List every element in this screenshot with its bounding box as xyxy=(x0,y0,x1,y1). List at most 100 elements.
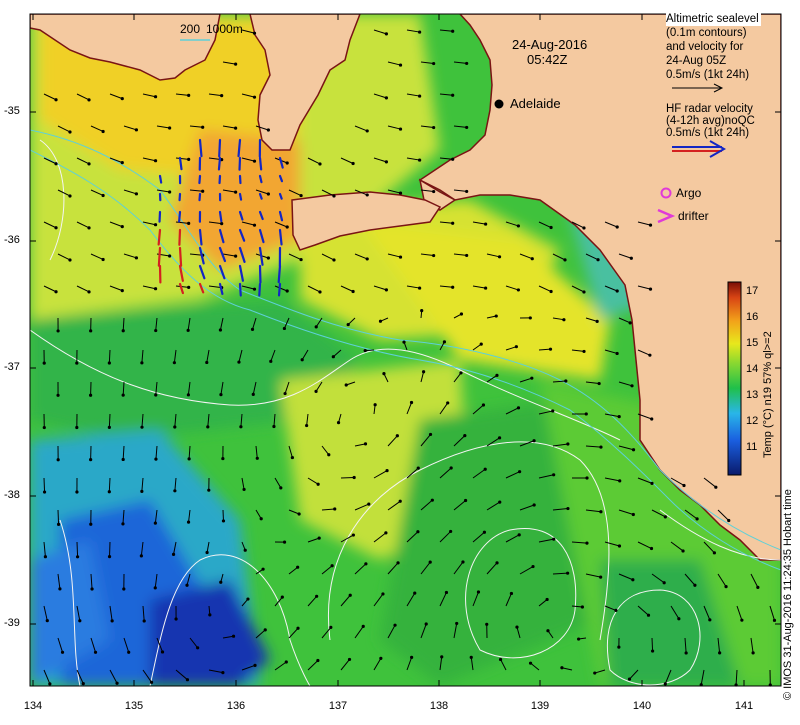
velocity-arrow-head xyxy=(219,581,222,584)
velocity-arrow-head xyxy=(531,565,534,568)
velocity-arrow-head xyxy=(482,403,485,406)
velocity-arrow-head xyxy=(429,433,432,436)
velocity-arrow-head xyxy=(219,328,222,331)
velocity-arrow-head xyxy=(187,286,190,289)
velocity-arrow-head xyxy=(465,126,468,129)
velocity-arrow-head xyxy=(121,97,124,100)
velocity-arrow-head xyxy=(332,258,335,261)
hf-radar-arrow xyxy=(260,194,262,199)
velocity-arrow-head xyxy=(347,323,350,326)
velocity-arrow-head xyxy=(618,544,621,547)
velocity-arrow-head xyxy=(664,682,667,685)
hf-radar-arrow xyxy=(160,176,161,183)
velocity-arrow-head xyxy=(399,127,402,130)
city-label-adelaide: Adelaide xyxy=(510,97,561,111)
velocity-arrow-head xyxy=(484,468,487,471)
velocity-arrow-head xyxy=(127,651,130,654)
velocity-arrow-head xyxy=(253,32,256,35)
velocity-arrow-head xyxy=(618,415,621,418)
velocity-arrow-head xyxy=(432,126,435,129)
velocity-arrow-head xyxy=(393,624,396,627)
velocity-arrow-head xyxy=(188,457,191,460)
colorbar-tick-label: 12 xyxy=(746,415,758,427)
lon-tick-label: 141 xyxy=(735,700,753,712)
velocity-arrow-head xyxy=(366,193,369,196)
velocity-arrow-head xyxy=(281,596,284,599)
velocity-arrow-head xyxy=(318,537,321,540)
velocity-arrow-head xyxy=(56,329,59,332)
velocity-arrow-head xyxy=(87,162,90,165)
velocity-arrow-head xyxy=(68,258,71,261)
velocity-arrow xyxy=(109,414,110,427)
velocity-arrow-head xyxy=(267,128,270,131)
hf-radar-arrow xyxy=(179,212,180,221)
velocity-arrow-head xyxy=(154,287,157,290)
velocity-arrow-head xyxy=(566,572,569,575)
velocity-arrow-head xyxy=(451,158,454,161)
velocity-arrow-head xyxy=(89,394,92,397)
velocity-arrow-head xyxy=(663,581,666,584)
velocity-arrow-head xyxy=(773,619,776,622)
velocity-arrow-head xyxy=(89,458,92,461)
lon-tick-label: 139 xyxy=(531,700,549,712)
hf-radar-arrow xyxy=(220,212,221,221)
velocity-arrow-head xyxy=(563,258,566,261)
velocity-arrow-head xyxy=(168,126,171,129)
velocity-arrow-head xyxy=(154,458,157,461)
velocity-arrow-head xyxy=(89,523,92,526)
velocity-arrow-head xyxy=(460,312,463,315)
hf-radar-arrow xyxy=(259,284,260,295)
lon-tick-label: 140 xyxy=(633,700,651,712)
legend-line: (0.1m contours) xyxy=(666,26,761,40)
velocity-arrow-head xyxy=(121,161,124,164)
velocity-arrow-head xyxy=(362,625,365,628)
velocity-arrow xyxy=(341,477,354,478)
velocity-arrow-head xyxy=(629,321,632,324)
velocity-arrow-head xyxy=(314,390,317,393)
velocity-arrow-head xyxy=(551,409,554,412)
lat-tick-label: -36 xyxy=(4,234,20,246)
lat-tick-label: -35 xyxy=(4,105,20,117)
velocity-arrow-head xyxy=(632,513,635,516)
velocity-arrow-head xyxy=(648,354,651,357)
velocity-arrow-head xyxy=(451,94,454,97)
velocity-arrow-head xyxy=(440,655,443,658)
hf-radar-arrow xyxy=(200,140,201,156)
velocity-arrow-head xyxy=(56,394,59,397)
velocity-arrow-head xyxy=(299,258,302,261)
velocity-arrow-head xyxy=(61,651,64,654)
velocity-arrow-head xyxy=(517,224,520,227)
velocity-arrow-head xyxy=(385,469,388,472)
velocity-arrow-head xyxy=(261,568,264,571)
velocity-arrow-head xyxy=(121,225,124,228)
velocity-arrow-head xyxy=(599,576,602,579)
velocity-arrow-head xyxy=(596,320,599,323)
velocity-arrow-head xyxy=(316,659,319,662)
velocity-arrow-head xyxy=(464,499,467,502)
velocity-arrow-head xyxy=(532,439,535,442)
velocity-arrow-head xyxy=(664,515,667,518)
velocity-arrow-head xyxy=(283,392,286,395)
velocity-arrow-head xyxy=(585,542,588,545)
velocity-arrow-head xyxy=(382,372,385,375)
velocity-arrow-head xyxy=(727,519,730,522)
velocity-arrow-head xyxy=(385,288,388,291)
velocity-arrow-head xyxy=(549,290,552,293)
velocity-arrow-head xyxy=(232,635,235,638)
velocity-arrow-head xyxy=(577,637,580,640)
velocity-arrow-head xyxy=(461,560,464,563)
velocity-arrow-head xyxy=(115,682,118,685)
velocity-arrow-head xyxy=(417,466,420,469)
velocity-arrow-head xyxy=(108,490,111,493)
velocity-arrow-head xyxy=(58,587,61,590)
velocity-arrow-head xyxy=(562,318,565,321)
velocity-arrow-head xyxy=(549,226,552,229)
hf-radar-legend: HF radar velocity (4-12h avg)noQC 0.5m/s… xyxy=(666,103,755,139)
velocity-arrow-head xyxy=(205,361,208,364)
velocity-arrow-head xyxy=(242,488,245,491)
velocity-arrow-head xyxy=(43,362,46,365)
velocity-arrow-head xyxy=(422,370,425,373)
velocity-arrow-head xyxy=(451,286,454,289)
velocity-arrow-head xyxy=(582,226,585,229)
velocity-arrow-head xyxy=(234,127,237,130)
